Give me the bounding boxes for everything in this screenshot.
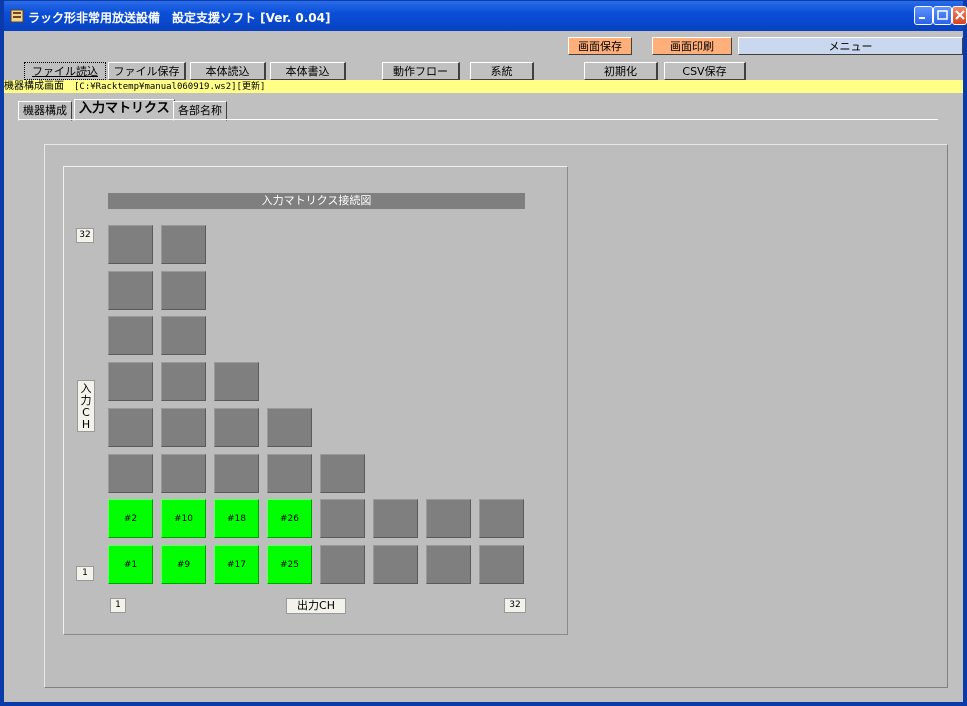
tab-part-names-label: 各部名称 <box>178 104 222 117</box>
matrix-cell[interactable] <box>267 408 312 447</box>
system-button[interactable]: 系統 <box>470 62 534 80</box>
operation-flow-label: 動作フロー <box>393 65 448 78</box>
operation-flow-button[interactable]: 動作フロー <box>382 62 460 80</box>
device-write-label: 本体書込 <box>285 65 330 78</box>
matrix-cell-active[interactable]: #9 <box>161 545 206 584</box>
input-max-label: 32 <box>76 228 94 243</box>
path-bar: 機器構成画面 [C:¥Racktemp¥manual060919.ws2][更新] <box>4 80 963 93</box>
matrix-cell-active[interactable]: #17 <box>214 545 259 584</box>
matrix-cell[interactable] <box>320 545 365 584</box>
initialize-label: 初期化 <box>604 65 637 78</box>
matrix-cell[interactable] <box>161 316 206 355</box>
tab-device-config[interactable]: 機器構成 <box>18 101 72 121</box>
save-screen-label: 画面保存 <box>578 40 622 53</box>
input-ch-label: 入力CH <box>77 380 95 432</box>
matrix-cell-active[interactable]: #18 <box>214 499 259 538</box>
window-title: ラック形非常用放送設備 設定支援ソフト [Ver. 0.04] <box>28 11 331 25</box>
initialize-button[interactable]: 初期化 <box>584 62 658 80</box>
matrix-cell[interactable] <box>267 454 312 493</box>
device-read-label: 本体読込 <box>205 65 250 78</box>
matrix-cell-active[interactable]: #26 <box>267 499 312 538</box>
matrix-cell[interactable] <box>108 225 153 264</box>
csv-save-button[interactable]: CSV保存 <box>664 62 746 80</box>
file-save-label: ファイル保存 <box>113 65 180 78</box>
tab-input-matrix-label: 入力マトリクス <box>79 101 170 116</box>
file-load-label: ファイル読込 <box>32 65 98 78</box>
matrix-cell[interactable] <box>161 225 206 264</box>
file-path: [C:¥Racktemp¥manual060919.ws2][更新] <box>74 82 266 92</box>
matrix-cell[interactable] <box>161 362 206 401</box>
matrix-cell[interactable] <box>214 362 259 401</box>
minimize-icon <box>919 17 925 19</box>
matrix-cell[interactable] <box>108 362 153 401</box>
tab-part-names[interactable]: 各部名称 <box>173 101 227 121</box>
file-save-button[interactable]: ファイル保存 <box>108 62 186 80</box>
matrix-cell[interactable] <box>320 454 365 493</box>
menu-button[interactable]: メニュー <box>738 37 963 55</box>
output-min-label: 1 <box>110 598 126 613</box>
matrix-cell[interactable] <box>373 545 418 584</box>
input-ch-text: 入力CH <box>80 382 92 431</box>
matrix-cell[interactable] <box>320 499 365 538</box>
save-screen-button[interactable]: 画面保存 <box>568 37 632 55</box>
matrix-cell[interactable] <box>108 271 153 310</box>
tab-device-config-label: 機器構成 <box>23 104 67 117</box>
minimize-button[interactable] <box>914 6 933 25</box>
menu-label: メニュー <box>828 40 873 53</box>
tab-input-matrix[interactable]: 入力マトリクス <box>74 99 175 121</box>
matrix-cell[interactable] <box>373 499 418 538</box>
app-window: ラック形非常用放送設備 設定支援ソフト [Ver. 0.04] 画面保存 画面印… <box>0 0 967 706</box>
matrix-cell[interactable] <box>161 408 206 447</box>
system-label: 系統 <box>490 65 513 78</box>
matrix-cell[interactable] <box>479 499 524 538</box>
device-read-button[interactable]: 本体読込 <box>190 62 266 80</box>
matrix-cell[interactable] <box>108 316 153 355</box>
close-icon <box>955 10 965 20</box>
matrix-cell[interactable] <box>426 545 471 584</box>
csv-save-label: CSV保存 <box>682 65 727 78</box>
app-icon <box>10 9 24 23</box>
screen-name-label: 機器構成画面 <box>4 81 64 92</box>
matrix-cell[interactable] <box>161 271 206 310</box>
matrix-cell[interactable] <box>214 454 259 493</box>
print-screen-button[interactable]: 画面印刷 <box>652 37 732 55</box>
maximize-button[interactable] <box>933 6 952 25</box>
matrix-cell[interactable] <box>479 545 524 584</box>
input-min-label: 1 <box>76 566 94 581</box>
matrix-cell[interactable] <box>214 408 259 447</box>
matrix-title: 入力マトリクス接続図 <box>108 193 525 209</box>
matrix-cell[interactable] <box>108 408 153 447</box>
output-max-label: 32 <box>504 598 526 613</box>
matrix-cell-active[interactable]: #1 <box>108 545 153 584</box>
matrix-cell-active[interactable]: #10 <box>161 499 206 538</box>
maximize-icon <box>937 10 948 20</box>
output-ch-label: 出力CH <box>286 598 346 614</box>
matrix-cell[interactable] <box>426 499 471 538</box>
print-screen-label: 画面印刷 <box>670 40 714 53</box>
file-load-button[interactable]: ファイル読込 <box>24 62 106 80</box>
matrix-cell-active[interactable]: #2 <box>108 499 153 538</box>
matrix-cell[interactable] <box>161 454 206 493</box>
matrix-cell-active[interactable]: #25 <box>267 545 312 584</box>
matrix-cell[interactable] <box>108 454 153 493</box>
tab-divider <box>18 119 938 120</box>
close-button[interactable] <box>952 6 967 25</box>
title-bar[interactable]: ラック形非常用放送設備 設定支援ソフト [Ver. 0.04] <box>4 1 967 31</box>
device-write-button[interactable]: 本体書込 <box>270 62 346 80</box>
